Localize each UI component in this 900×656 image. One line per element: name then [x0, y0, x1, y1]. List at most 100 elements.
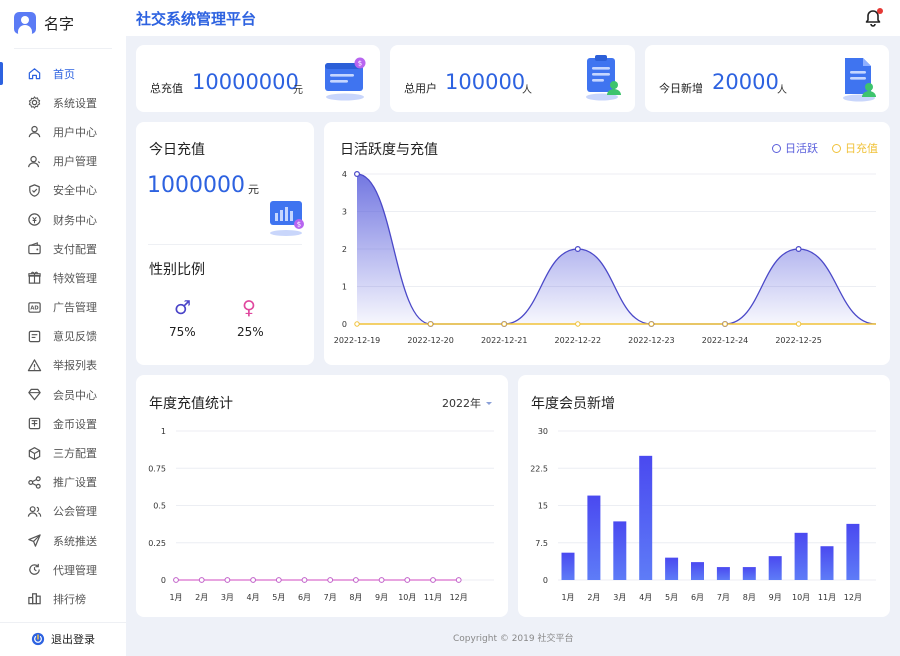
sidebar-item-label: 系统设置 — [53, 96, 97, 110]
data-point-recharge — [722, 321, 728, 327]
sidebar-item[interactable]: 金币设置 — [0, 409, 126, 438]
sidebar-item[interactable]: 意见反馈 — [0, 322, 126, 351]
data-point-active — [795, 245, 802, 252]
annual-recharge-card: 年度充值统计 2022年 0 0.25 0.5 0.75 1 1月 2月 3月 4月 5月 6月 7月… — [136, 375, 508, 617]
today-recharge-title: 今日充值 — [149, 142, 205, 158]
notification-button[interactable] — [863, 8, 883, 28]
logout-button[interactable]: 退出登录 — [31, 631, 95, 647]
x-tick-label: 4月 — [639, 593, 652, 602]
home-icon — [28, 68, 41, 80]
data-point-recharge — [795, 321, 802, 327]
group-icon — [27, 506, 42, 517]
sidebar-item[interactable]: 系统推送 — [0, 526, 126, 555]
stat-unit: 元 — [293, 85, 303, 96]
ranking-icon — [28, 593, 41, 605]
sidebar-item[interactable]: 三方配置 — [0, 438, 126, 467]
sidebar-item[interactable]: 举报列表 — [0, 351, 126, 380]
sidebar-item[interactable]: 推广设置 — [0, 468, 126, 497]
x-tick-label: 8月 — [349, 593, 362, 602]
sidebar-item-label: 金币设置 — [53, 417, 97, 431]
annual-members-card: 年度会员新增 0 7.5 15 22.5 30 1月 2月 3月 4月 5月 6月 7月 8月 9月 10月… — [518, 375, 890, 617]
page-title: 社交系统管理平台 — [136, 10, 257, 28]
y-tick-label: 0 — [543, 576, 548, 585]
x-tick-label: 3月 — [221, 593, 234, 602]
sidebar-item[interactable]: 公会管理 — [0, 497, 126, 526]
sidebar-item-label: 首页 — [53, 67, 75, 81]
sidebar-item-label: 特效管理 — [53, 271, 97, 285]
today-recharge-card: 今日充值 1000000 元 $ 性别比例 ♂ 75% ♀ 25% — [136, 122, 314, 365]
sidebar-item-label: 系统推送 — [53, 534, 97, 548]
feedback-icon — [28, 330, 41, 343]
y-tick-label: 1 — [161, 427, 166, 436]
y-tick-label: 4 — [342, 170, 347, 179]
sidebar-item[interactable]: 代理管理 — [0, 555, 126, 584]
x-tick-label: 1月 — [561, 593, 574, 602]
data-point — [455, 577, 462, 583]
sidebar-item[interactable]: 会员中心 — [0, 380, 126, 409]
x-tick-label: 5月 — [272, 593, 285, 602]
x-tick-label: 2月 — [587, 593, 600, 602]
x-tick-label: 2022-12-22 — [555, 336, 602, 345]
bar — [768, 556, 782, 580]
sidebar-item[interactable]: 首页 — [0, 59, 126, 88]
recharge-card-icon: $ — [325, 57, 366, 101]
sidebar-item[interactable]: 系统设置 — [0, 88, 126, 117]
bar — [639, 455, 653, 580]
stat-value: 10000000 — [192, 70, 299, 94]
sidebar-item-label: 财务中心 — [53, 213, 97, 227]
data-point-recharge — [575, 321, 581, 327]
data-point — [173, 577, 179, 583]
sidebar-item-label: 安全中心 — [53, 184, 97, 198]
y-tick-label: 0.75 — [148, 464, 166, 473]
daily-activity-card: 日活跃度与充值 日活跃 日充值 0 1 2 3 4 2022-12-19 2022-12-2… — [324, 122, 890, 365]
wallet-icon — [28, 242, 41, 255]
y-tick-label: 30 — [538, 427, 548, 436]
x-tick-label: 2022-12-21 — [481, 336, 528, 345]
gear-icon — [28, 96, 41, 109]
sidebar-item[interactable]: 安全中心 — [0, 176, 126, 205]
y-tick-label: 3 — [342, 208, 347, 217]
stat-value: 100000 — [445, 70, 526, 94]
bar — [665, 557, 679, 580]
data-point — [224, 577, 231, 583]
data-point-recharge — [427, 321, 434, 327]
sidebar-item[interactable]: 特效管理 — [0, 263, 126, 292]
sidebar-item[interactable]: 财务中心 — [0, 205, 126, 234]
user-manage-icon — [28, 155, 41, 167]
user-icon — [28, 126, 41, 138]
bar — [587, 495, 601, 580]
data-point-recharge — [354, 321, 360, 327]
sidebar-item-label: 用户中心 — [53, 125, 97, 139]
sidebar-item[interactable]: 支付配置 — [0, 234, 126, 263]
bar — [691, 562, 704, 580]
sidebar-item[interactable]: 用户中心 — [0, 117, 126, 146]
x-tick-label: 3月 — [613, 593, 626, 602]
data-point — [353, 577, 359, 583]
sidebar-item[interactable]: 用户管理 — [0, 147, 126, 176]
stat-card-total-recharge: 总充值 10000000 元 $ — [136, 45, 380, 112]
x-tick-label: 2022-12-20 — [407, 336, 454, 345]
sidebar-item-label: 排行榜 — [53, 592, 86, 606]
x-tick-label: 11月 — [424, 593, 442, 602]
data-point-active — [574, 245, 581, 252]
today-recharge-unit: 元 — [248, 183, 259, 196]
divider — [0, 622, 126, 623]
user-name: 名字 — [44, 14, 75, 33]
diamond-icon — [28, 388, 41, 401]
sidebar-item[interactable]: 排行榜 — [0, 584, 126, 613]
y-tick-label: 7.5 — [535, 539, 548, 548]
avatar[interactable] — [14, 12, 36, 34]
sidebar-item[interactable]: AD 广告管理 — [0, 293, 126, 322]
x-tick-label: 6月 — [691, 593, 704, 602]
data-point-recharge — [648, 321, 655, 327]
stat-label: 今日新增 — [659, 82, 703, 95]
bar — [820, 546, 834, 580]
recharge-chart-icon: $ — [270, 201, 304, 236]
sidebar-item-label: 广告管理 — [53, 301, 97, 315]
brand[interactable]: 名字 — [14, 12, 74, 34]
x-tick-label: 5月 — [665, 593, 678, 602]
data-point — [301, 577, 308, 583]
bar — [613, 521, 627, 580]
x-tick-label: 9月 — [769, 593, 782, 602]
share-icon — [28, 475, 41, 489]
